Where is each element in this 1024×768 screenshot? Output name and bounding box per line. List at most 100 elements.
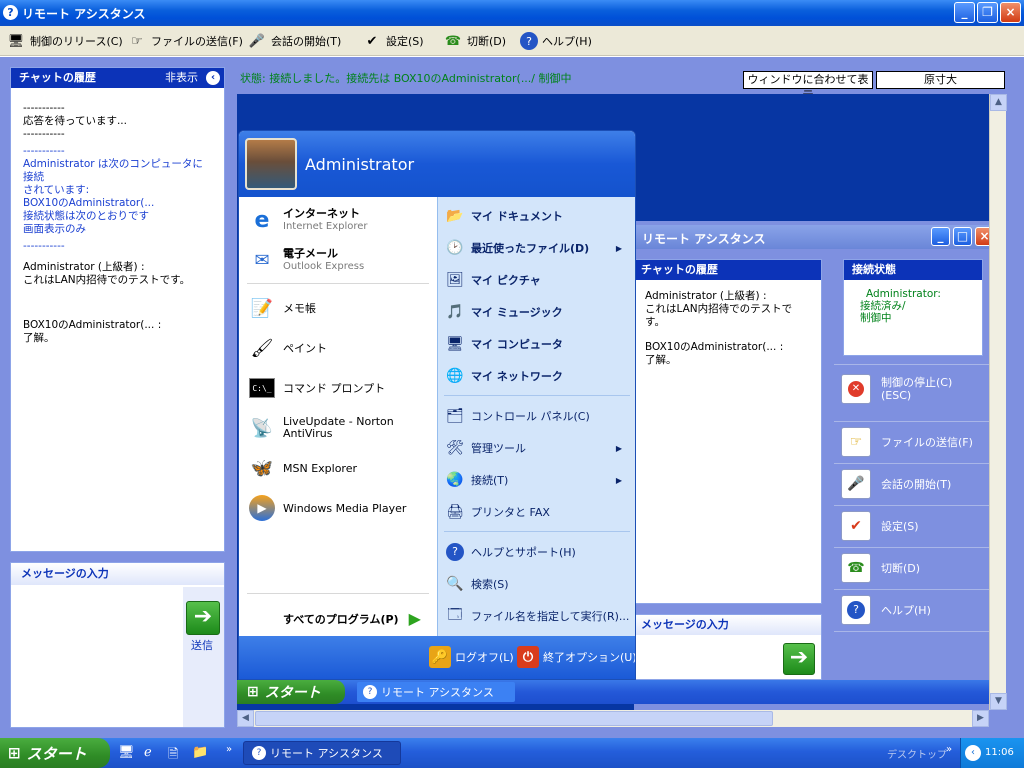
send-file-button[interactable]: ☞ ファイルの送信(F) [127,30,243,52]
start-talk-button[interactable]: 🎤 会話の開始(T) [247,30,341,52]
inner-chat-line: 了解。 [645,354,677,366]
remote-desktop-view[interactable]: リモート アシスタンス _ □ × チャットの履歴 Administrator … [237,94,989,710]
collapse-icon[interactable]: ‹ [206,71,220,85]
paint-icon: 🖌 [250,337,274,359]
inner-disconnect-button[interactable]: ☎ 切断(D) [841,553,920,583]
start-item-my-network[interactable]: 🌐 マイ ネットワーク [444,365,632,387]
wmp-label: Windows Media Player [283,501,407,515]
help-icon: ? [520,32,538,50]
task-button-remote-assistance[interactable]: ? リモート アシスタンス [243,741,401,765]
release-control-icon: 🖥 [7,33,25,49]
recent-label: 最近使ったファイル(D) [471,242,590,255]
start-item-my-documents[interactable]: 📂 マイ ドキュメント [444,205,632,227]
logoff-button[interactable]: 🔑 ログオフ(L) [429,646,514,668]
shutdown-button[interactable]: ⏻ 終了オプション(U) [517,646,635,668]
scroll-down-button[interactable]: ▼ [990,693,1007,710]
remote-start-button[interactable]: ⊞ スタート [237,680,345,704]
inner-help-button[interactable]: ? ヘルプ(H) [841,595,931,625]
help-button[interactable]: ? ヘルプ(H) [520,30,592,52]
control-panel-label: コントロール パネル(C) [471,410,590,423]
close-button[interactable]: × [1000,2,1021,23]
inner-close-button[interactable]: × [975,227,989,246]
stop-control-esc: (ESC) [881,389,912,402]
inner-title-bar: リモート アシスタンス _ □ × [634,225,989,249]
scroll-up-button[interactable]: ▲ [990,94,1007,111]
media-icon[interactable]: 🗎 [168,745,178,767]
settings-button[interactable]: ✔ 設定(S) [362,30,424,52]
start-item-wmp[interactable]: ▶ Windows Media Player [247,493,406,523]
internet-explorer-icon[interactable]: ℯ [144,745,152,760]
scroll-left-button[interactable]: ◀ [237,710,254,727]
disconnect-button[interactable]: ☎ 切断(D) [443,30,506,52]
chat-line: ----------- [23,145,65,157]
power-icon: ⏻ [517,646,539,668]
start-item-my-computer[interactable]: 🖥 マイ コンピュータ [444,333,632,355]
quicklaunch-more-icon[interactable]: » [226,744,232,755]
inner-send-file-button[interactable]: ☞ ファイルの送信(F) [841,427,973,457]
start-item-run[interactable]: 🗔 ファイル名を指定して実行(R)... [444,605,632,627]
restore-button[interactable]: ❐ [977,2,998,23]
toolbar-expand-icon[interactable]: » [946,744,952,755]
fit-to-window-button[interactable]: ウィンドウに合わせて表示 [743,71,873,102]
run-icon: 🗔 [447,607,463,623]
chat-history-panel: チャットの履歴 非表示 ‹ ----------- 応答を待っています... -… [10,67,225,552]
start-item-cmd[interactable]: C:\_ コマンド プロンプト [247,373,385,403]
clock[interactable]: 11:06 [985,747,1014,758]
inner-stop-control-button[interactable]: ✕ 制御の停止(C) (ESC) [841,374,952,404]
send-button[interactable]: ➔ [186,601,220,635]
start-item-email[interactable]: ✉ 電子メール Outlook Express [247,245,364,275]
start-item-search[interactable]: 🔍 検索(S) [444,573,632,595]
run-label: ファイル名を指定して実行(R)... [471,610,630,623]
start-item-liveupdate[interactable]: 📡 LiveUpdate - Norton AntiVirus [247,413,394,443]
inner-settings-button[interactable]: ✔ 設定(S) [841,511,919,541]
help-support-label: ヘルプとサポート(H) [471,546,576,559]
desktop-toolbar-label[interactable]: デスクトップ [887,746,947,761]
start-item-help-support[interactable]: ? ヘルプとサポート(H) [444,541,632,563]
show-desktop-icon[interactable]: 🖥 [118,745,135,760]
control-panel-icon: 🗂 [446,408,464,424]
start-item-paint[interactable]: 🖌 ペイント [247,333,327,363]
inner-maximize-button[interactable]: □ [953,227,972,246]
start-item-connect[interactable]: 🌏 接続(T) ▶ [444,469,632,491]
tray-collapse-icon[interactable]: ‹ [965,745,981,761]
scroll-thumb[interactable] [255,711,773,726]
start-item-my-music[interactable]: 🎵 マイ ミュージック [444,301,632,323]
inner-start-talk-button[interactable]: 🎤 会話の開始(T) [841,469,951,499]
release-control-button[interactable]: 🖥 制御のリリース(C) [6,30,123,52]
inner-send-button[interactable]: ➔ [783,643,815,675]
horizontal-scrollbar[interactable]: ◀ ▶ [237,710,989,727]
start-button[interactable]: ⊞ スタート [0,738,110,768]
start-item-admin-tools[interactable]: 🛠 管理ツール ▶ [444,437,632,459]
all-programs-button[interactable]: すべてのプログラム(P) ▶ [283,609,421,628]
start-item-printers[interactable]: 🖨 プリンタと FAX [444,501,632,523]
start-item-recent[interactable]: 🕑 最近使ったファイル(D) ▶ [444,237,632,259]
folder-icon[interactable]: 📁 [192,745,208,760]
hide-chat-link[interactable]: 非表示 [165,68,198,88]
chat-line: 接続状態は次のとおりです [23,210,149,222]
user-name: Administrator [305,154,415,174]
message-input-field[interactable] [11,587,181,727]
start-item-control-panel[interactable]: 🗂 コントロール パネル(C) [444,405,632,427]
window-title: リモート アシスタンス [22,7,146,21]
actual-size-button[interactable]: 原寸大 [876,71,1005,89]
start-item-my-pictures[interactable]: 🖼 マイ ピクチャ [444,269,632,291]
inner-minimize-button[interactable]: _ [931,227,950,246]
inner-chat-line: これはLAN内招待でのテストです。 [645,303,793,328]
vertical-scrollbar[interactable]: ▲ ▼ [989,94,1007,710]
printers-label: プリンタと FAX [471,506,550,519]
inner-status-panel: 接続状態 Administrator: 接続済み/ 制御中 [843,259,983,356]
my-computer-label: マイ コンピュータ [471,338,563,351]
remote-task-button[interactable]: ? リモート アシスタンス [357,682,515,702]
inner-chat-title: チャットの履歴 [635,260,821,280]
chat-line: ----------- [23,102,65,114]
scroll-right-button[interactable]: ▶ [972,710,989,727]
start-item-internet[interactable]: e インターネット Internet Explorer [247,205,368,235]
taskbar: 🖥 ℯ 🗎 📁 » ? リモート アシスタンス デスクトップ » [0,738,1024,768]
notepad-label: メモ帳 [283,302,316,315]
start-item-msn[interactable]: 🦋 MSN Explorer [247,453,357,483]
start-item-notepad[interactable]: 📝 メモ帳 [247,293,316,323]
my-network-label: マイ ネットワーク [471,370,563,383]
inner-status-line: 制御中 [860,312,892,324]
minimize-button[interactable]: _ [954,2,975,23]
connect-label: 接続(T) [471,474,509,487]
